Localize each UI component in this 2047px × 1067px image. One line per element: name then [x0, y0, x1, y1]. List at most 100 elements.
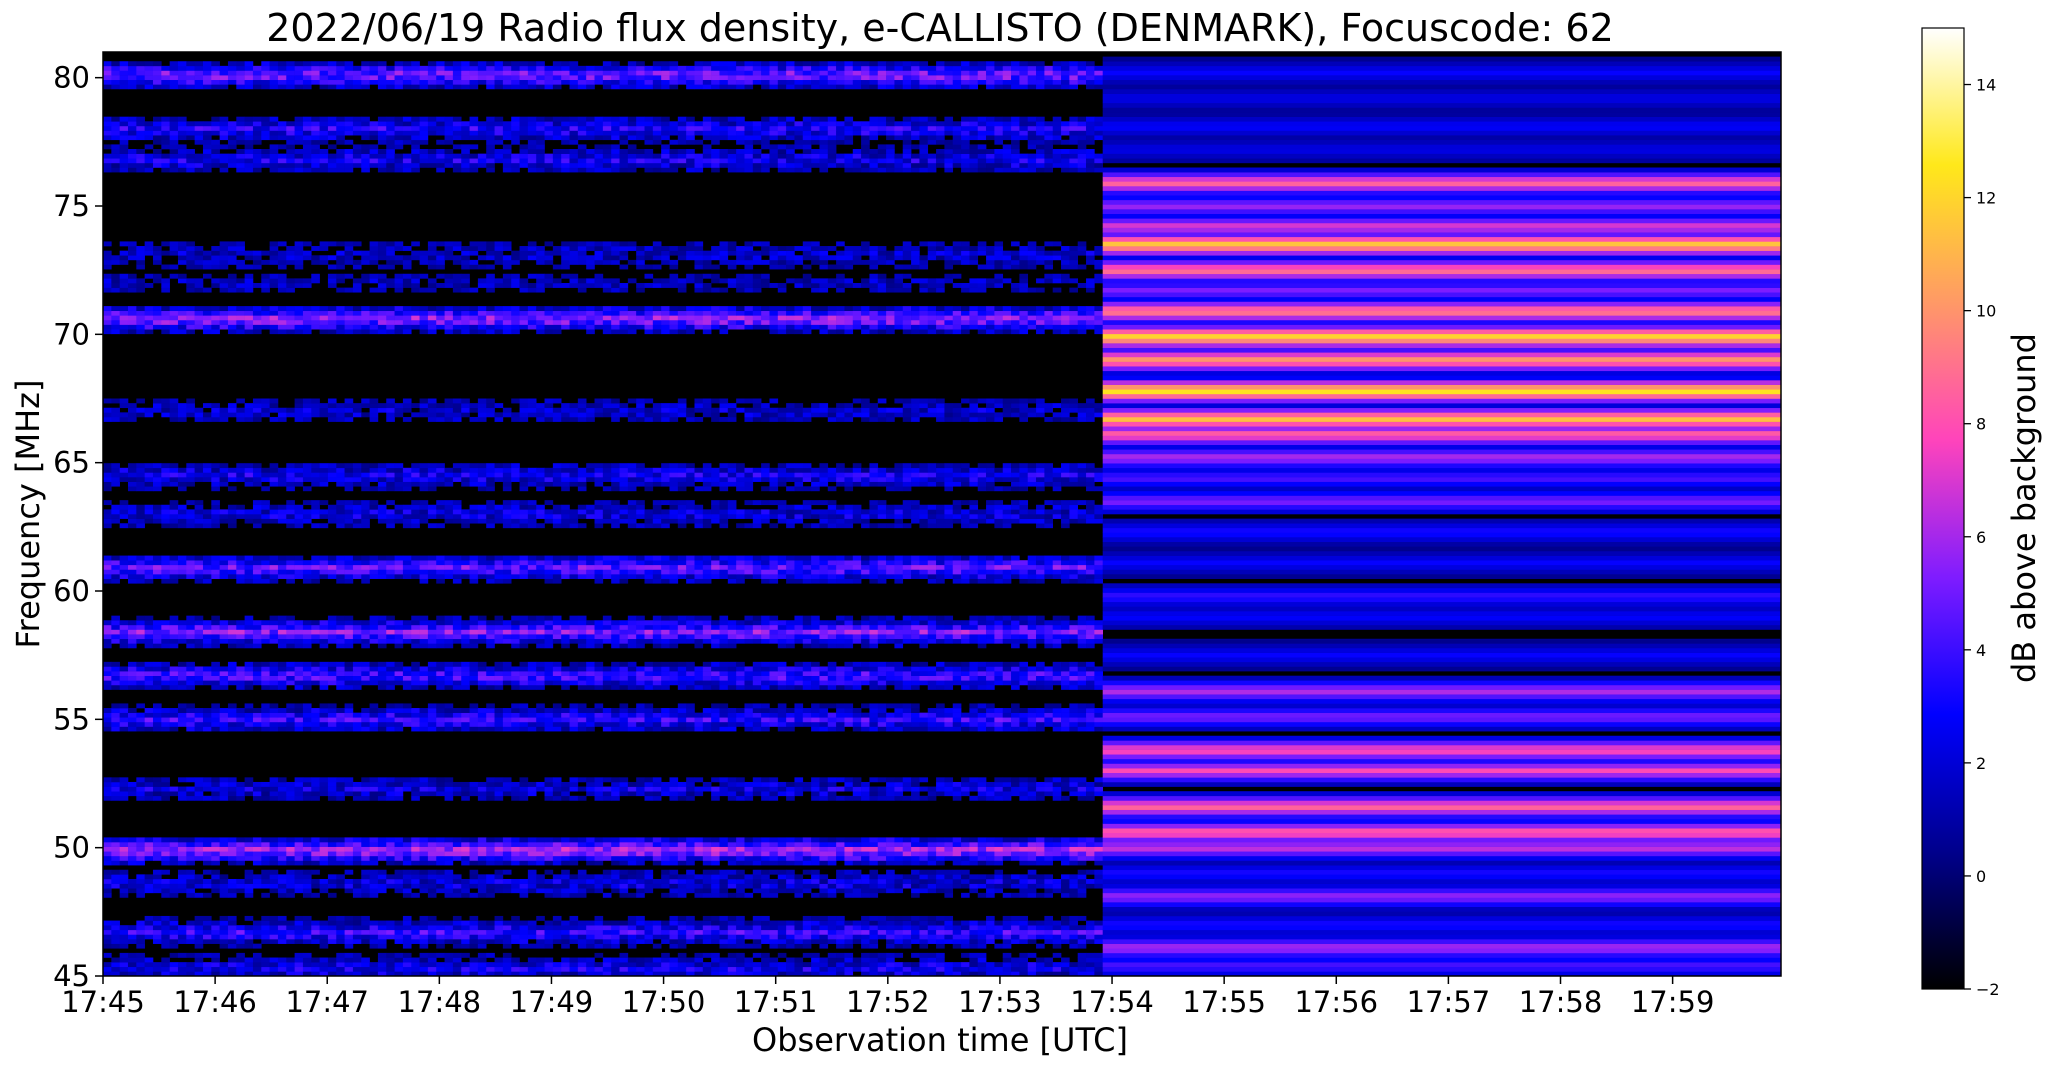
heatmap-cell: [161, 883, 170, 889]
heatmap-cell: [827, 878, 837, 884]
heatmap-cell: [336, 962, 345, 968]
heatmap-cell: [502, 883, 512, 889]
heatmap-cell: [411, 920, 420, 926]
heatmap-cell: [636, 851, 645, 857]
heatmap-cell: [136, 855, 145, 861]
heatmap-cell: [836, 717, 845, 723]
heatmap-cell: [811, 634, 820, 640]
heatmap-cell: [986, 721, 995, 727]
heatmap-cell: [811, 842, 820, 847]
heatmap-cell: [769, 939, 779, 944]
heatmap-cell: [986, 929, 995, 935]
heatmap-cell: [586, 786, 595, 792]
heatmap-cell: [1036, 920, 1045, 926]
heatmap-cell: [311, 883, 320, 889]
heatmap-cell: [236, 634, 245, 640]
heatmap-cell: [244, 883, 254, 889]
heatmap-cell: [594, 712, 604, 718]
heatmap-cell: [236, 837, 245, 843]
heatmap-cell: [1052, 846, 1062, 852]
heatmap-cell: [1036, 721, 1045, 727]
heatmap-cell: [452, 624, 462, 630]
heatmap-cell: [269, 837, 279, 843]
heatmap-cell: [744, 671, 754, 676]
heatmap-cell: [969, 781, 979, 787]
heatmap-cell: [344, 781, 354, 787]
heatmap-cell: [311, 721, 320, 727]
heatmap-cell: [386, 666, 395, 672]
heatmap-cell: [936, 874, 945, 880]
heatmap-cell: [319, 934, 329, 940]
heatmap-cell: [227, 638, 237, 644]
heatmap-cell: [419, 883, 429, 889]
heatmap-cell: [986, 837, 995, 843]
heatmap-cell: [802, 643, 812, 649]
heatmap-cell: [311, 966, 320, 972]
heatmap-cell: [344, 943, 354, 949]
heatmap-cell: [702, 934, 712, 940]
heatmap-cell: [969, 846, 979, 852]
heatmap-cell: [1069, 726, 1079, 732]
heatmap-cell: [186, 925, 195, 931]
heatmap-cell: [986, 624, 995, 630]
heatmap-cell: [402, 915, 412, 921]
heatmap-cell: [944, 846, 954, 852]
heatmap-cell: [411, 624, 420, 630]
heatmap-cell: [477, 878, 487, 884]
heatmap-cell: [394, 675, 404, 681]
heatmap-cell: [811, 878, 820, 884]
heatmap-cell: [394, 726, 404, 732]
heatmap-cell: [361, 777, 370, 783]
heatmap-cell: [744, 795, 754, 801]
heatmap-cell: [319, 883, 329, 889]
heatmap-cell: [544, 661, 554, 667]
heatmap-cell: [502, 638, 512, 644]
heatmap-cell: [269, 638, 279, 644]
heatmap-cell: [286, 934, 295, 940]
heatmap-cell: [103, 786, 112, 792]
heatmap-cell: [977, 925, 987, 931]
heatmap-cell: [836, 874, 845, 880]
heatmap-cell: [1036, 795, 1045, 801]
heatmap-cell: [352, 957, 362, 963]
heatmap-cell: [277, 721, 287, 727]
heatmap-cell: [927, 791, 937, 797]
heatmap-cell: [127, 837, 137, 843]
heatmap-cell: [119, 671, 129, 676]
heatmap-cell: [536, 671, 545, 676]
heatmap-cell: [277, 624, 287, 630]
heatmap-cell: [544, 837, 554, 843]
heatmap-cell: [236, 620, 245, 626]
heatmap-cell: [677, 915, 687, 921]
heatmap-cell: [302, 837, 312, 843]
heatmap-cell: [944, 869, 954, 875]
heatmap-cell: [861, 966, 870, 972]
heatmap-cell: [636, 777, 645, 783]
heatmap-cell: [927, 883, 937, 889]
heatmap-cell: [1036, 624, 1045, 630]
heatmap-cell: [294, 874, 304, 880]
heatmap-cell: [202, 837, 212, 843]
heatmap-cell: [469, 934, 479, 940]
heatmap-cell: [377, 643, 387, 649]
heatmap-cell: [952, 929, 962, 935]
heatmap-cell: [861, 851, 870, 857]
heatmap-cell: [127, 666, 137, 672]
heatmap-cell: [1069, 842, 1079, 847]
heatmap-cell: [294, 795, 304, 801]
heatmap-cell: [702, 855, 712, 861]
heatmap-cell: [611, 666, 620, 672]
heatmap-cell: [927, 712, 937, 718]
heatmap-cell: [752, 708, 762, 713]
heatmap-cell: [436, 837, 445, 843]
heatmap-cell: [886, 675, 895, 681]
heatmap-cell: [1002, 966, 1012, 972]
heatmap-cell: [652, 638, 662, 644]
heatmap-cell: [1094, 842, 1103, 847]
heatmap-cell: [469, 717, 479, 723]
heatmap-cell: [902, 837, 912, 843]
heatmap-cell: [836, 851, 845, 857]
heatmap-cell: [427, 634, 437, 640]
heatmap-cell: [402, 717, 412, 723]
heatmap-cell: [586, 620, 595, 626]
